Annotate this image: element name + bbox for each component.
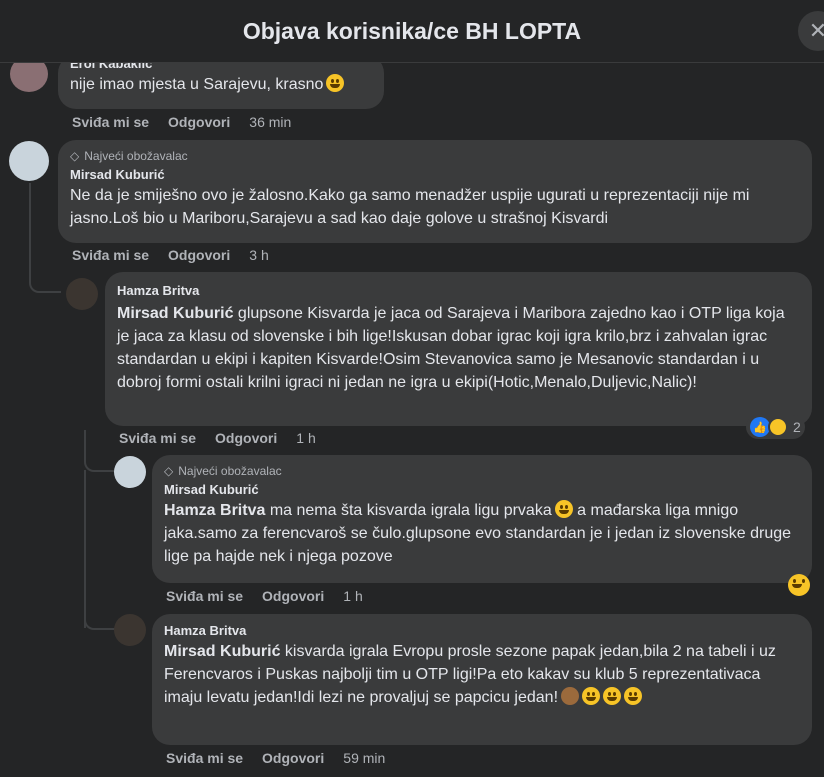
grinning-emoji-icon	[326, 74, 345, 92]
thread-line	[84, 430, 116, 472]
rofl-emoji-icon	[603, 687, 622, 705]
haha-reaction-icon	[768, 417, 788, 437]
comment-author[interactable]: Hamza Britva	[164, 622, 800, 640]
badge-label: Najveći obožavalac	[178, 464, 282, 478]
like-button[interactable]: Sviđa mi se	[72, 114, 149, 130]
comment-bubble: Hamza Britva Mirsad Kuburić glupsone Kis…	[105, 272, 812, 426]
grinning-squint-emoji-icon	[624, 687, 643, 705]
comment-time[interactable]: 59 min	[343, 750, 385, 766]
thread-line	[29, 183, 61, 293]
comment-text: Ne da je smiješno ovo je žalosno.Kako ga…	[70, 187, 750, 227]
avatar[interactable]	[114, 614, 146, 646]
comment-time[interactable]: 3 h	[249, 247, 268, 263]
comment-text: Mirsad Kuburić kisvarda igrala Evropu pr…	[164, 640, 800, 709]
thread-line	[84, 598, 116, 630]
reply-button[interactable]: Odgovori	[168, 247, 230, 263]
rofl-emoji-icon	[554, 500, 573, 518]
like-button[interactable]: Sviđa mi se	[166, 588, 243, 604]
top-fan-badge: ◇ Najveći obožavalac	[70, 148, 800, 164]
mention-link[interactable]: Mirsad Kuburić	[164, 643, 280, 660]
diamond-icon: ◇	[70, 149, 80, 163]
comment-actions: Sviđa mi se Odgovori 36 min	[72, 114, 291, 130]
like-button[interactable]: Sviđa mi se	[166, 750, 243, 766]
comment-actions: Sviđa mi se Odgovori 1 h	[119, 430, 316, 446]
avatar[interactable]	[9, 141, 49, 181]
close-icon[interactable]: ✕	[798, 11, 824, 51]
reply-button[interactable]: Odgovori	[168, 114, 230, 130]
comment-bubble: ◇ Najveći obožavalac Mirsad Kuburić Hamza…	[152, 455, 812, 583]
comment-text-body: nije imao mjesta u Sarajevu, krasno	[70, 76, 324, 93]
comment-time[interactable]: 1 h	[343, 588, 362, 604]
comment-text: nije imao mjesta u Sarajevu, krasno	[70, 73, 372, 96]
comment-text-body: ma nema šta kisvarda igrala ligu prvaka	[265, 502, 552, 519]
top-fan-badge: ◇ Najveći obožavalac	[164, 463, 800, 479]
reaction-summary[interactable]	[781, 572, 814, 598]
laughing-emoji-icon	[582, 687, 601, 705]
comment-author[interactable]: Mirsad Kuburić	[164, 481, 800, 499]
reply-button[interactable]: Odgovori	[262, 750, 324, 766]
comment-actions: Sviđa mi se Odgovori 59 min	[166, 750, 385, 766]
like-reaction-icon: 👍	[750, 417, 770, 437]
avatar[interactable]	[114, 456, 146, 488]
see-no-evil-monkey-icon	[561, 687, 580, 705]
like-button[interactable]: Sviđa mi se	[72, 247, 149, 263]
badge-label: Najveći obožavalac	[84, 149, 188, 163]
comment-actions: Sviđa mi se Odgovori 1 h	[166, 588, 363, 604]
comment-author[interactable]: Mirsad Kuburić	[70, 166, 800, 184]
mention-link[interactable]: Hamza Britva	[164, 502, 265, 519]
comment-time[interactable]: 36 min	[249, 114, 291, 130]
reply-button[interactable]: Odgovori	[215, 430, 277, 446]
dialog-header: Objava korisnika/ce BH LOPTA ✕	[0, 0, 824, 63]
comment-actions: Sviđa mi se Odgovori 3 h	[72, 247, 269, 263]
comment-bubble: Hamza Britva Mirsad Kuburić kisvarda igr…	[152, 614, 812, 745]
reply-button[interactable]: Odgovori	[262, 588, 324, 604]
reaction-summary[interactable]: 👍 2	[746, 415, 805, 439]
comment-bubble: ◇ Najveći obožavalac Mirsad Kuburić Ne da…	[58, 140, 812, 243]
diamond-icon: ◇	[164, 464, 174, 478]
comment-bubble: Erol Kabaklic nije imao mjesta u Sarajev…	[58, 55, 384, 109]
reaction-count: 2	[793, 419, 801, 435]
comment-text: Mirsad Kuburić glupsone Kisvarda je jaca…	[117, 302, 800, 394]
mention-link[interactable]: Mirsad Kuburić	[117, 305, 233, 322]
like-button[interactable]: Sviđa mi se	[119, 430, 196, 446]
dialog-title: Objava korisnika/ce BH LOPTA	[242, 17, 582, 44]
comment-text: Hamza Britva ma nema šta kisvarda igrala…	[164, 499, 800, 568]
haha-reaction-icon	[788, 574, 810, 596]
comment-author[interactable]: Hamza Britva	[117, 282, 800, 300]
comment-time[interactable]: 1 h	[296, 430, 315, 446]
avatar[interactable]	[66, 278, 98, 310]
